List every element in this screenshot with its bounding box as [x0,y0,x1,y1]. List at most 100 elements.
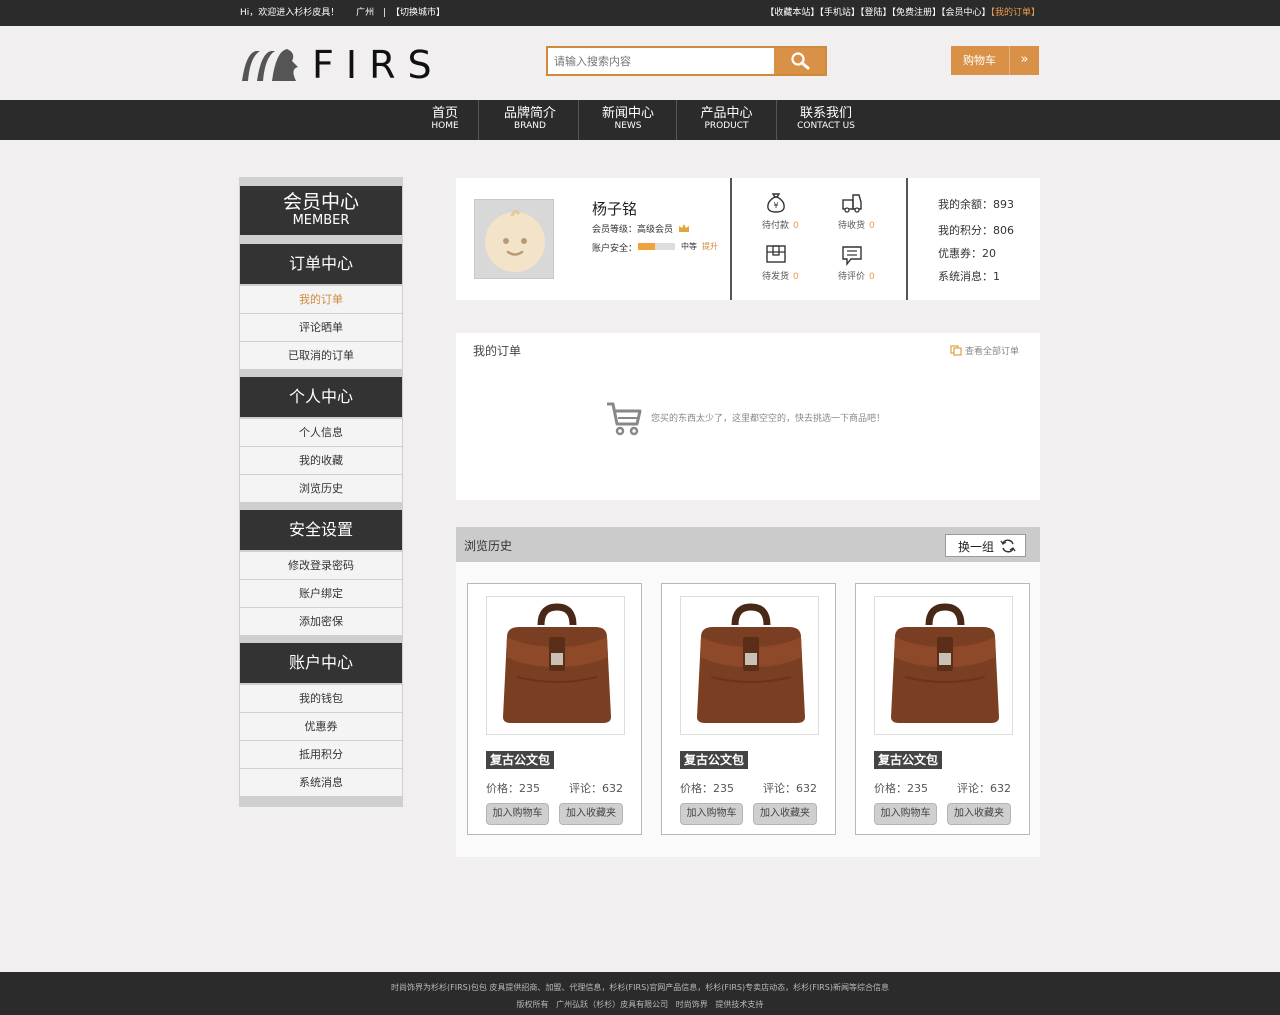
add-to-cart-button[interactable]: 加入购物车 [874,803,937,825]
orders-panel: 我的订单 查看全部订单 您买的东西太少了，这里都空空的，快去挑选一下商品吧！ [456,333,1040,500]
refresh-icon [1000,539,1016,553]
sidebar-section-orders: 订单中心 [240,244,402,284]
divider [730,178,732,300]
logo-text: FIRS [312,43,444,87]
security-level-fill [638,243,655,250]
footer-copyright: 版权所有 广州弘跃（杉杉）皮具有限公司 时尚饰界 提供技术支持 [516,1000,764,1009]
add-to-favorites-button[interactable]: 加入收藏夹 [753,803,817,825]
nav-item-brand[interactable]: 品牌简介 BRAND [481,100,579,140]
stat-pending-payment[interactable]: 待付款 0 [762,218,799,231]
product-price: 价格：235 [486,782,540,795]
money-bag-icon[interactable]: ¥ [765,191,787,213]
points-row[interactable]: 我的积分：806 [938,222,1014,238]
sidebar-item-points[interactable]: 抵用积分 [240,741,402,768]
register-link[interactable]: 【免费注册】 [891,8,941,18]
briefcase-image [503,603,611,723]
history-header: 浏览历史 换一组 [456,527,1040,562]
security-level-bar [638,243,675,250]
stat-pending-receipt[interactable]: 待收货 0 [838,218,875,231]
member-center-link[interactable]: 【会员中心】 [941,8,991,18]
product-card[interactable]: 复古公文包 价格：235 评论：632 加入购物车 加入收藏夹 [467,583,642,835]
sidebar-item-coupons[interactable]: 优惠券 [240,713,402,740]
nav-label-en: HOME [431,121,459,131]
nav-item-home[interactable]: 首页 HOME [414,100,476,140]
cart-button[interactable]: 购物车 » [951,46,1039,75]
search-box [546,46,827,76]
nav-item-contact[interactable]: 联系我们 CONTACT US [778,100,874,140]
member-center-title: 会员中心 [282,191,359,213]
product-name[interactable]: 复古公文包 [874,751,943,769]
briefcase-image [891,603,999,723]
delivery-truck-icon[interactable] [841,192,863,214]
my-orders-link[interactable]: 【我的订单】 [990,8,1040,18]
logo[interactable]: FIRS [240,43,432,87]
product-reviews: 评论：632 [763,782,817,795]
sidebar-item-history[interactable]: 浏览历史 [240,475,402,502]
add-to-cart-button[interactable]: 加入购物车 [486,803,549,825]
messages-row[interactable]: 系统消息：1 [938,268,1000,284]
nav-label-en: PRODUCT [704,121,749,131]
sidebar-item-favorites[interactable]: 我的收藏 [240,447,402,474]
product-image[interactable] [486,596,625,735]
product-reviews: 评论：632 [957,782,1011,795]
refresh-label: 换一组 [958,540,995,554]
bookmark-link[interactable]: 【收藏本站】 [765,8,819,18]
sidebar-item-cancelled-orders[interactable]: 已取消的订单 [240,342,402,369]
add-to-favorites-button[interactable]: 加入收藏夹 [947,803,1011,825]
briefcase-image [697,603,805,723]
crown-icon [678,224,689,232]
main-nav: 首页 HOME 品牌简介 BRAND 新闻中心 NEWS 产品中心 PRODUC… [0,100,1280,140]
product-image[interactable] [680,596,819,735]
add-to-cart-button[interactable]: 加入购物车 [680,803,743,825]
sidebar-item-wallet[interactable]: 我的钱包 [240,685,402,712]
nav-label-en: BRAND [514,121,546,131]
top-bar: Hi，欢迎进入杉杉皮具！ 广州 | 【切换城市】 【收藏本站】【手机站】【登陆】… [0,0,1280,26]
search-icon [790,52,809,70]
mobile-site-link[interactable]: 【手机站】 [819,8,860,18]
user-name: 杨子铭 [592,200,638,218]
documents-icon [950,345,962,356]
sidebar-item-security-question[interactable]: 添加密保 [240,608,402,635]
search-input[interactable] [548,48,776,74]
product-card[interactable]: 复古公文包 价格：235 评论：632 加入购物车 加入收藏夹 [661,583,836,835]
nav-label-cn: 产品中心 [700,106,753,121]
nav-item-news[interactable]: 新闻中心 NEWS [580,100,676,140]
sidebar-section-security: 安全设置 [240,510,402,550]
sidebar-item-messages[interactable]: 系统消息 [240,769,402,796]
sidebar-item-change-password[interactable]: 修改登录密码 [240,552,402,579]
sidebar-item-account-binding[interactable]: 账户绑定 [240,580,402,607]
stat-pending-review[interactable]: 待评价 0 [838,269,875,282]
package-box-icon[interactable] [765,243,787,265]
nav-item-product[interactable]: 产品中心 PRODUCT [678,100,775,140]
empty-orders-message: 您买的东西太少了，这里都空空的，快去挑选一下商品吧！ [651,414,886,424]
comment-icon[interactable] [841,244,863,266]
security-level-text: 中等 [681,242,697,251]
divider [906,178,908,300]
profile-panel: 杨子铭 会员等级：高级会员 账户安全： 中等 提升 ¥ 待付款 0 待收货 0 待发… [456,178,1040,300]
product-card[interactable]: 复古公文包 价格：235 评论：632 加入购物车 加入收藏夹 [855,583,1030,835]
product-image[interactable] [874,596,1013,735]
login-link[interactable]: 【登陆】 [860,8,892,18]
sidebar-section-account: 账户中心 [240,643,402,683]
sidebar-item-reviews[interactable]: 评论晒单 [240,314,402,341]
switch-city-link[interactable]: 【切换城市】 [391,8,445,18]
product-name[interactable]: 复古公文包 [486,751,555,769]
upgrade-security-link[interactable]: 提升 [702,241,718,252]
balance-row[interactable]: 我的余额：893 [938,196,1014,212]
sidebar-item-personal-info[interactable]: 个人信息 [240,419,402,446]
member-level-value: 高级会员 [637,225,674,235]
orders-title: 我的订单 [473,344,522,358]
double-chevron-right-icon: » [1009,46,1039,75]
product-price: 价格：235 [874,782,928,795]
shopping-cart-icon [607,402,642,436]
refresh-group-button[interactable]: 换一组 [945,534,1026,557]
add-to-favorites-button[interactable]: 加入收藏夹 [559,803,623,825]
coupons-row[interactable]: 优惠券：20 [938,245,996,261]
search-button[interactable] [774,48,825,74]
stat-pending-shipment[interactable]: 待发货 0 [762,269,799,282]
product-name[interactable]: 复古公文包 [680,751,749,769]
sidebar-item-my-orders[interactable]: 我的订单 [240,286,402,313]
view-all-orders-link[interactable]: 查看全部订单 [950,344,1019,357]
sidebar-section-personal: 个人中心 [240,377,402,417]
avatar[interactable] [474,199,554,279]
